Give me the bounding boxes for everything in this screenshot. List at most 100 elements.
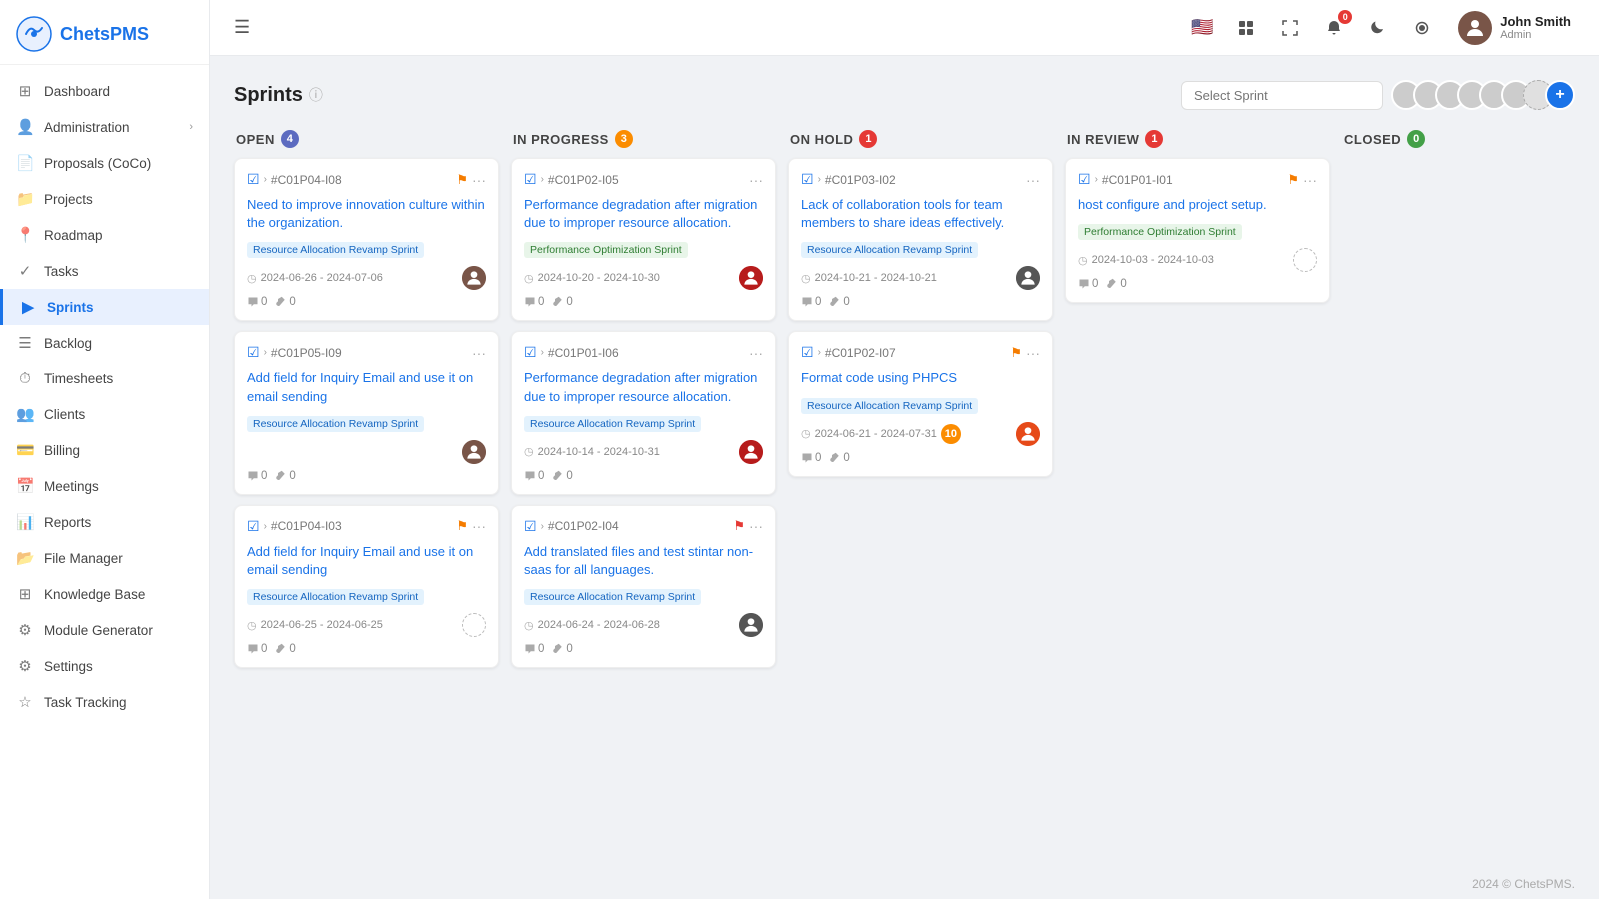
sidebar-item-dashboard[interactable]: ⊞ Dashboard: [0, 73, 209, 109]
add-member-button[interactable]: +: [1545, 80, 1575, 110]
nav-icon-timesheets: ⏱: [16, 370, 34, 387]
language-flag[interactable]: 🇺🇸: [1186, 12, 1218, 44]
nav-label-proposals: Proposals (CoCo): [44, 156, 151, 171]
col-cards-open: ☑ › #C01P04-I08 ⚑ ··· Need to improve in…: [234, 158, 499, 668]
card-title[interactable]: host configure and project setup.: [1078, 196, 1317, 214]
sidebar-item-modulegenerator[interactable]: ⚙ Module Generator: [0, 612, 209, 648]
card-menu[interactable]: ···: [1303, 172, 1317, 188]
sidebar-item-roadmap[interactable]: 📍 Roadmap: [0, 217, 209, 253]
hamburger-button[interactable]: ☰: [230, 13, 254, 42]
logo[interactable]: ChetsPMS: [0, 0, 209, 65]
card-menu[interactable]: ···: [472, 518, 486, 534]
expand-chevron[interactable]: ›: [541, 174, 544, 185]
grid-icon[interactable]: [1230, 12, 1262, 44]
card-menu[interactable]: ···: [1026, 345, 1040, 361]
sidebar-item-settings[interactable]: ⚙ Settings: [0, 648, 209, 684]
col-header-inprogress: IN PROGRESS 3: [511, 130, 776, 148]
card-date-range: 2024-06-24 - 2024-06-28: [538, 619, 660, 631]
task-checkbox[interactable]: ☑: [801, 171, 814, 188]
sidebar-item-proposals[interactable]: 📄 Proposals (CoCo): [0, 145, 209, 181]
sidebar-item-billing[interactable]: 💳 Billing: [0, 432, 209, 468]
sprint-tag[interactable]: Resource Allocation Revamp Sprint: [247, 416, 424, 432]
expand-chevron[interactable]: ›: [1095, 174, 1098, 185]
expand-chevron[interactable]: ›: [264, 521, 267, 532]
card-menu[interactable]: ···: [749, 345, 763, 361]
col-badge-open: 4: [281, 130, 299, 148]
col-title-closed: CLOSED: [1344, 132, 1401, 147]
sidebar-item-sprints[interactable]: ▶ Sprints: [0, 289, 209, 325]
sprint-select[interactable]: [1181, 81, 1383, 110]
sidebar-item-reports[interactable]: 📊 Reports: [0, 504, 209, 540]
sidebar-item-knowledgebase[interactable]: ⊞ Knowledge Base: [0, 576, 209, 612]
nav-label-clients: Clients: [44, 407, 85, 422]
card-title[interactable]: Add field for Inquiry Email and use it o…: [247, 369, 486, 405]
info-icon[interactable]: ⓘ: [309, 85, 323, 105]
expand-chevron[interactable]: ›: [818, 347, 821, 358]
card-menu[interactable]: ···: [1026, 172, 1040, 188]
user-info: John Smith Admin: [1500, 14, 1571, 41]
nav-icon-projects: 📁: [16, 190, 34, 208]
sprint-tag[interactable]: Resource Allocation Revamp Sprint: [524, 416, 701, 432]
task-checkbox[interactable]: ☑: [1078, 171, 1091, 188]
sidebar-item-timesheets[interactable]: ⏱ Timesheets: [0, 361, 209, 396]
card-menu[interactable]: ···: [472, 172, 486, 188]
card-title[interactable]: Add translated files and test stintar no…: [524, 543, 763, 579]
clock-icon: ◷: [524, 272, 534, 285]
sidebar-item-backlog[interactable]: ☰ Backlog: [0, 325, 209, 361]
settings-icon[interactable]: [1406, 12, 1438, 44]
darkmode-icon[interactable]: [1362, 12, 1394, 44]
expand-chevron[interactable]: ›: [264, 347, 267, 358]
card-menu[interactable]: ···: [749, 172, 763, 188]
sidebar-item-projects[interactable]: 📁 Projects: [0, 181, 209, 217]
col-badge-inreview: 1: [1145, 130, 1163, 148]
card-title[interactable]: Format code using PHPCS: [801, 369, 1040, 387]
sidebar-item-tasks[interactable]: ✓ Tasks: [0, 253, 209, 289]
expand-chevron[interactable]: ›: [264, 174, 267, 185]
card-header: ☑ › #C01P02-I05 ···: [524, 171, 763, 188]
card-title[interactable]: Need to improve innovation culture withi…: [247, 196, 486, 232]
sprint-tag[interactable]: Resource Allocation Revamp Sprint: [801, 242, 978, 258]
sidebar-item-clients[interactable]: 👥 Clients: [0, 396, 209, 432]
sprint-tag[interactable]: Performance Optimization Sprint: [1078, 224, 1242, 240]
nav-label-settings: Settings: [44, 659, 93, 674]
sprint-tag[interactable]: Performance Optimization Sprint: [524, 242, 688, 258]
expand-chevron[interactable]: ›: [541, 347, 544, 358]
card-menu[interactable]: ···: [472, 345, 486, 361]
attachments-count: 0: [829, 296, 849, 308]
sidebar-item-administration[interactable]: 👤 Administration ›: [0, 109, 209, 145]
card-meta: 0 0: [524, 643, 763, 655]
comments-count: 0: [524, 643, 544, 655]
task-checkbox[interactable]: ☑: [801, 344, 814, 361]
expand-chevron[interactable]: ›: [818, 174, 821, 185]
sidebar-item-tasktracking[interactable]: ☆ Task Tracking: [0, 684, 209, 720]
card-title[interactable]: Add field for Inquiry Email and use it o…: [247, 543, 486, 579]
card-menu[interactable]: ···: [749, 518, 763, 534]
user-menu[interactable]: John Smith Admin: [1450, 7, 1579, 49]
attachments-count: 0: [275, 296, 295, 308]
card-title[interactable]: Performance degradation after migration …: [524, 196, 763, 232]
task-checkbox[interactable]: ☑: [524, 518, 537, 535]
assignee-avatar: [1016, 266, 1040, 290]
sprint-tag[interactable]: Resource Allocation Revamp Sprint: [247, 242, 424, 258]
task-checkbox[interactable]: ☑: [247, 171, 260, 188]
footer-text: 2024 © ChetsPMS.: [1472, 877, 1575, 891]
card-title[interactable]: Performance degradation after migration …: [524, 369, 763, 405]
nav-label-tasktracking: Task Tracking: [44, 695, 127, 710]
task-checkbox[interactable]: ☑: [524, 344, 537, 361]
sprint-tag[interactable]: Resource Allocation Revamp Sprint: [247, 589, 424, 605]
col-badge-onhold: 1: [859, 130, 877, 148]
assignee-avatar: [739, 266, 763, 290]
sprint-tag[interactable]: Resource Allocation Revamp Sprint: [801, 398, 978, 414]
sidebar-item-filemanager[interactable]: 📂 File Manager: [0, 540, 209, 576]
sidebar-item-meetings[interactable]: 📅 Meetings: [0, 468, 209, 504]
card-id: #C01P03-I02: [825, 173, 1022, 187]
notifications-icon[interactable]: 0: [1318, 12, 1350, 44]
nav-icon-tasktracking: ☆: [16, 693, 34, 711]
task-checkbox[interactable]: ☑: [524, 171, 537, 188]
task-checkbox[interactable]: ☑: [247, 518, 260, 535]
card-title[interactable]: Lack of collaboration tools for team mem…: [801, 196, 1040, 232]
expand-chevron[interactable]: ›: [541, 521, 544, 532]
task-checkbox[interactable]: ☑: [247, 344, 260, 361]
sprint-tag[interactable]: Resource Allocation Revamp Sprint: [524, 589, 701, 605]
fullscreen-icon[interactable]: [1274, 12, 1306, 44]
